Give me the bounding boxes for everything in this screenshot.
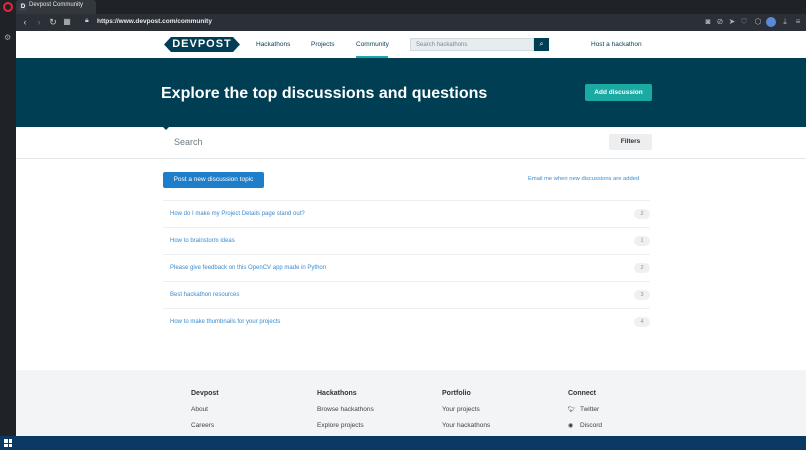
topic-title[interactable]: Best hackathon resources [170,292,239,298]
topic-title[interactable]: How do I make my Project Details page st… [170,211,305,217]
footer-heading: Connect [568,390,596,397]
browser-tab[interactable]: D Devpost Community [16,0,96,14]
footer-link-careers[interactable]: Careers [191,422,311,436]
extensions-icon[interactable]: ⬡ [753,17,763,27]
topic-title[interactable]: How to make thumbnails for your projects [170,319,280,325]
twitter-icon: 🐦︎ [568,407,576,413]
browser-sidebar: ⚙ [0,14,16,436]
url-field[interactable]: https://www.devpost.com/community [97,18,212,25]
footer-column-devpost: Devpost About Careers [191,390,311,436]
discussion-search-bar: Search Filters [16,127,806,159]
tab-favicon-icon: D [19,3,27,11]
post-discussion-button[interactable]: Post a new discussion topic [163,172,264,188]
reply-count-badge: 4 [634,317,650,327]
footer-link-twitter[interactable]: 🐦︎ Twitter [568,406,688,422]
send-icon[interactable]: ➤ [727,17,737,27]
list-item[interactable]: Please give feedback on this OpenCV app … [163,254,650,281]
footer-heading: Portfolio [442,390,471,397]
hero-notch [162,126,170,130]
web-page: DEVPOST Hackathons Projects Community Se… [16,31,806,436]
discord-icon: ◉ [568,423,574,429]
footer-heading: Hackathons [317,390,357,397]
footer-link-explore-projects[interactable]: Explore projects [317,422,437,436]
settings-gear-icon[interactable]: ⚙ [4,34,12,42]
tab-title: Devpost Community [29,2,84,8]
forward-arrow-icon[interactable]: › [34,17,44,27]
hackathon-search-input[interactable]: Search hackathons [410,38,534,51]
list-item[interactable]: How do I make my Project Details page st… [163,200,650,227]
page-title: Explore the top discussions and question… [161,85,488,102]
hero-banner: Explore the top discussions and question… [16,58,806,127]
site-header: DEVPOST Hackathons Projects Community Se… [16,31,806,58]
windows-start-icon[interactable] [4,439,12,447]
footer-link-discord[interactable]: ◉ Discord [568,422,688,436]
footer-column-connect: Connect 🐦︎ Twitter ◉ Discord [568,390,688,436]
list-item[interactable]: How to make thumbnails for your projects… [163,308,650,335]
filters-button[interactable]: Filters [609,134,652,150]
footer-heading: Devpost [191,390,219,397]
reply-count-badge: 1 [634,236,650,246]
footer-link-your-hackathons[interactable]: Your hackathons [442,422,562,436]
nav-projects[interactable]: Projects [311,41,334,48]
browser-tab-bar: D Devpost Community [0,0,806,14]
nav-community[interactable]: Community [356,41,389,48]
topic-title[interactable]: Please give feedback on this OpenCV app … [170,265,326,271]
tabs-grid-icon[interactable]: ▦ [62,17,72,27]
reply-count-badge: 3 [634,290,650,300]
discussion-search-input[interactable]: Search [174,137,203,147]
reply-count-badge: 2 [634,209,650,219]
footer-column-portfolio: Portfolio Your projects Your hackathons [442,390,562,436]
back-arrow-icon[interactable]: ‹ [20,17,30,27]
footer-link-about[interactable]: About [191,406,311,422]
adblock-icon[interactable]: ⊘ [715,17,725,27]
heart-icon[interactable]: ♡ [739,17,749,27]
os-taskbar [0,436,806,450]
email-notify-link[interactable]: Email me when new discussions are added [528,176,639,182]
add-discussion-button[interactable]: Add discussion [585,84,652,101]
download-icon[interactable]: ⤓ [780,17,790,27]
lock-icon: 🔒︎ [85,17,89,24]
reply-count-badge: 2 [634,263,650,273]
opera-logo-icon[interactable] [3,2,13,12]
nav-hackathons[interactable]: Hackathons [256,41,290,48]
footer-link-your-projects[interactable]: Your projects [442,406,562,422]
search-icon[interactable]: ⌕ [534,38,549,51]
profile-avatar-icon[interactable] [766,17,776,27]
discussion-list: How do I make my Project Details page st… [163,200,650,335]
topic-title[interactable]: How to brainstorm ideas [170,238,235,244]
list-item[interactable]: Best hackathon resources 3 [163,281,650,308]
site-footer: Devpost About Careers Hackathons Browse … [16,370,806,436]
devpost-logo[interactable]: DEVPOST [164,37,240,52]
footer-link-browse-hackathons[interactable]: Browse hackathons [317,406,437,422]
footer-column-hackathons: Hackathons Browse hackathons Explore pro… [317,390,437,436]
menu-icon[interactable]: ≡ [793,17,803,27]
camera-icon[interactable]: ◙ [703,17,713,27]
host-hackathon-link[interactable]: Host a hackathon [591,41,642,48]
reload-icon[interactable]: ↻ [48,17,58,27]
address-bar: ‹ › ↻ ▦ 🔒︎ https://www.devpost.com/commu… [16,14,806,31]
list-item[interactable]: How to brainstorm ideas 1 [163,227,650,254]
